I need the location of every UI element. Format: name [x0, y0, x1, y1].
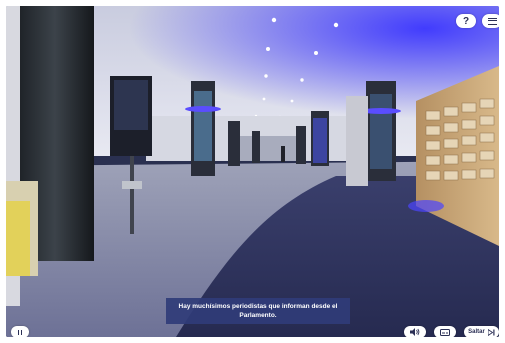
- help-label: ?: [462, 15, 470, 27]
- help-button[interactable]: ?: [456, 14, 476, 28]
- subtitle-caption: Hay muchísimos periodistas que informan …: [166, 298, 350, 324]
- panorama-scene[interactable]: [6, 6, 499, 337]
- caption-text: Hay muchísimos periodistas que informan …: [178, 303, 338, 319]
- skip-label: Saltar: [468, 329, 485, 335]
- hamburger-menu-icon: [487, 17, 497, 25]
- subtitles-button[interactable]: [434, 326, 456, 337]
- tour-viewer[interactable]: ? Hay muchísimos periodistas que informa…: [6, 6, 499, 337]
- audio-icon: [410, 328, 420, 336]
- pause-icon: [17, 329, 23, 335]
- subtitles-icon: [440, 328, 450, 336]
- menu-button[interactable]: [482, 14, 499, 28]
- audio-button[interactable]: [404, 326, 426, 337]
- pause-button[interactable]: [11, 326, 29, 337]
- skip-button[interactable]: Saltar: [464, 326, 499, 337]
- skip-forward-icon: [487, 328, 495, 336]
